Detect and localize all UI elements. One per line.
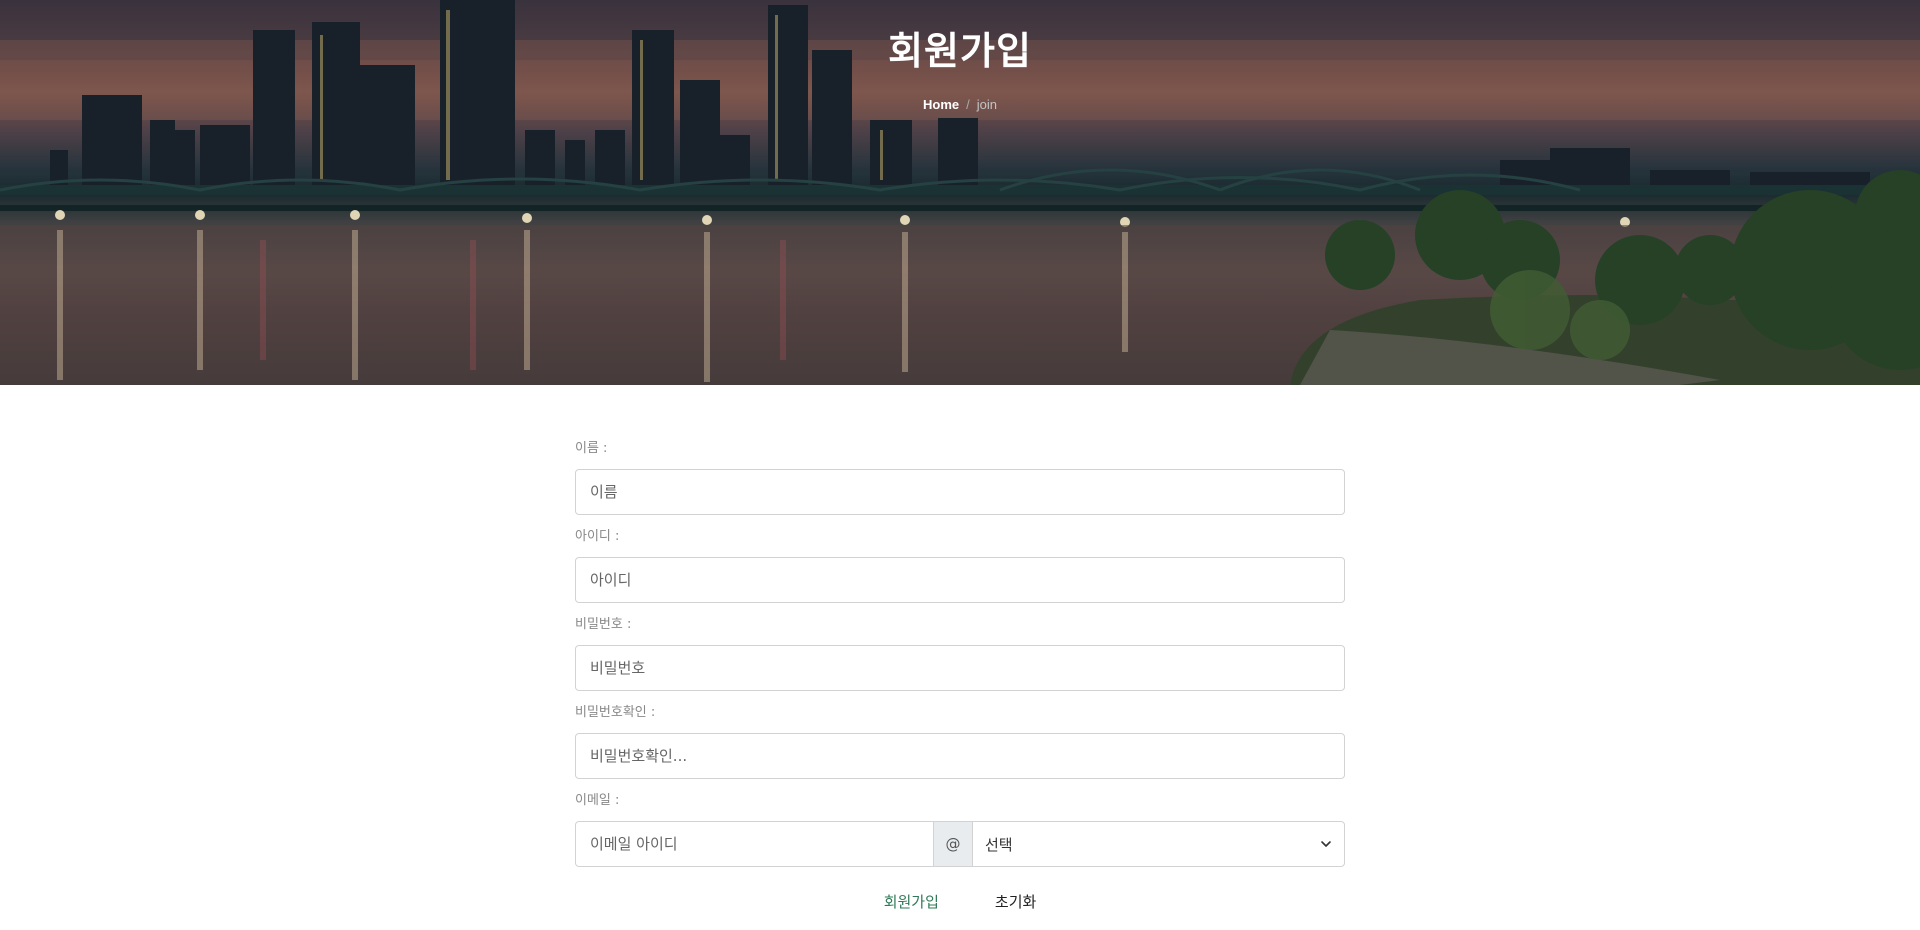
email-group: @ 선택 bbox=[575, 821, 1345, 867]
join-form: 이름 : 아이디 : 비밀번호 : 비밀번호확인 : 이메일 : @ 선택 bbox=[575, 440, 1345, 867]
join-button[interactable]: 회원가입 bbox=[884, 891, 939, 912]
email-domain-selected: 선택 bbox=[985, 835, 1013, 854]
password-label: 비밀번호 : bbox=[575, 617, 632, 632]
email-domain-select[interactable]: 선택 bbox=[972, 821, 1345, 867]
breadcrumb-current: join bbox=[976, 97, 997, 112]
userid-label: 아이디 : bbox=[575, 529, 620, 544]
reset-button[interactable]: 초기화 bbox=[995, 891, 1036, 912]
breadcrumb: Home / join bbox=[0, 97, 1920, 112]
password-confirm-label: 비밀번호확인 : bbox=[575, 705, 656, 720]
breadcrumb-home-link[interactable]: Home bbox=[923, 97, 959, 112]
password-input[interactable] bbox=[575, 645, 1345, 691]
name-label: 이름 : bbox=[575, 441, 608, 456]
breadcrumb-separator: / bbox=[966, 97, 970, 112]
chevron-down-icon bbox=[1321, 841, 1331, 847]
userid-input[interactable] bbox=[575, 557, 1345, 603]
email-id-input[interactable] bbox=[575, 821, 934, 867]
page-title: 회원가입 bbox=[888, 29, 1032, 73]
email-at-addon: @ bbox=[934, 821, 972, 867]
email-label: 이메일 : bbox=[575, 793, 620, 808]
password-confirm-input[interactable] bbox=[575, 733, 1345, 779]
form-actions: 회원가입 초기화 bbox=[0, 891, 1920, 912]
name-input[interactable] bbox=[575, 469, 1345, 515]
hero-banner: 회원가입 Home / join bbox=[0, 0, 1920, 385]
